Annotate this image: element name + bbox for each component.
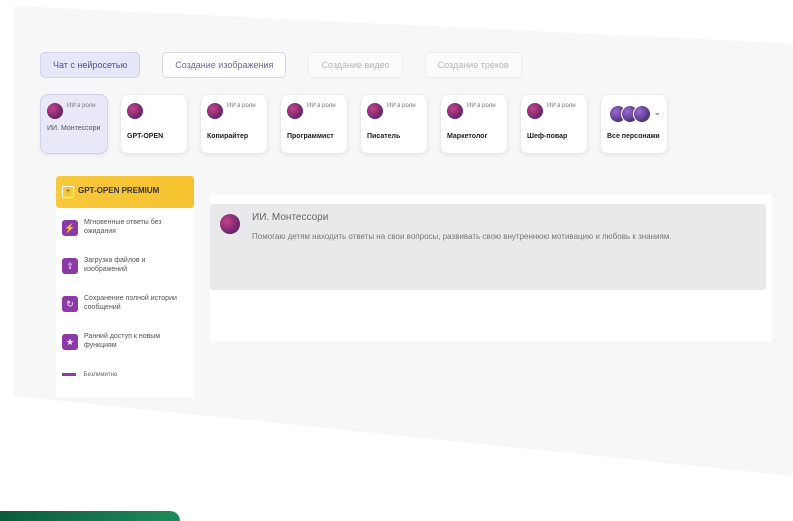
persona-card-writer[interactable]: ИИ в роли Писатель <box>360 94 428 154</box>
premium-extra: Безлимитно <box>62 372 117 378</box>
background-shape <box>0 511 180 521</box>
persona-name: Писатель <box>367 133 401 140</box>
persona-name: Маркетолог <box>447 133 488 140</box>
premium-feature-text: Ранний доступ к новым функциям <box>84 333 161 349</box>
persona-avatar <box>367 103 383 119</box>
avatar <box>633 105 651 123</box>
premium-feature: ↻ Сохранение полной истории сообщений <box>62 294 188 328</box>
persona-card-copywriter[interactable]: ИИ в роли Копирайтер <box>200 94 268 154</box>
persona-list: ИИ в роли ИИ. Монтессори GPT-OPEN ИИ в р… <box>40 94 668 154</box>
chat-message: ИИ. Монтессори Помогаю детям находить от… <box>210 204 766 290</box>
persona-avatar <box>127 103 143 119</box>
persona-name: Программист <box>287 133 334 140</box>
premium-sidebar: + GPT-OPEN PREMIUM ⚡ Мгновенные ответы б… <box>56 176 194 398</box>
persona-avatar <box>527 103 543 119</box>
premium-feature-text: Сохранение полной истории сообщений <box>84 295 177 311</box>
premium-feature: ⇧ Загрузка файлов и изображений <box>62 256 188 290</box>
chevron-down-icon: ⌄ <box>653 107 661 117</box>
persona-name: GPT-OPEN <box>127 133 164 140</box>
persona-name: Шеф-повар <box>527 133 568 140</box>
chat-area: ИИ. Монтессори Помогаю детям находить от… <box>210 194 772 342</box>
persona-avatar <box>47 103 63 119</box>
lightning-icon: ⚡ <box>62 220 78 236</box>
premium-feature-text: Загрузка файлов и изображений <box>84 257 146 273</box>
persona-card-montessori[interactable]: ИИ в роли ИИ. Монтессори <box>40 94 108 154</box>
mode-tabs: Чат с нейросетью Создание изображения Со… <box>40 52 522 78</box>
persona-sub: ИИ в роли <box>467 103 496 109</box>
message-text: Помогаю детям находить ответы на свои во… <box>252 232 672 241</box>
persona-card-chef[interactable]: ИИ в роли Шеф-повар <box>520 94 588 154</box>
avatar-stack <box>609 105 653 123</box>
premium-feature: ⚡ Мгновенные ответы без ожидания <box>62 218 188 252</box>
persona-card-gpt-open[interactable]: GPT-OPEN <box>120 94 188 154</box>
persona-sub: ИИ в роли <box>547 103 576 109</box>
persona-sub: ИИ в роли <box>67 103 96 109</box>
premium-extra-label: Безлимитно <box>83 372 118 378</box>
persona-name: ИИ. Монтессори <box>47 125 101 132</box>
persona-card-programmer[interactable]: ИИ в роли Программист <box>280 94 348 154</box>
all-personas-button[interactable]: ⌄ Все персонажи <box>600 94 668 154</box>
message-author: ИИ. Монтессори <box>252 212 329 223</box>
premium-feature-text: Мгновенные ответы без ожидания <box>84 219 162 235</box>
persona-card-marketer[interactable]: ИИ в роли Маркетолог <box>440 94 508 154</box>
persona-sub: ИИ в роли <box>227 103 256 109</box>
tab-chat[interactable]: Чат с нейросетью <box>40 52 141 78</box>
tab-image[interactable]: Создание изображения <box>162 52 287 78</box>
persona-avatar <box>287 103 303 119</box>
app-window: Чат с нейросетью Создание изображения Со… <box>14 6 793 476</box>
avatar <box>220 214 240 234</box>
tab-tracks[interactable]: Создание треков <box>424 52 522 78</box>
persona-name: Копирайтер <box>207 133 249 140</box>
infinity-icon <box>62 372 76 376</box>
persona-avatar <box>447 103 463 119</box>
premium-banner[interactable]: + GPT-OPEN PREMIUM <box>56 176 194 208</box>
all-personas-label: Все персонажи <box>607 133 660 140</box>
persona-sub: ИИ в роли <box>387 103 416 109</box>
tab-video[interactable]: Создание видео <box>308 52 403 78</box>
history-icon: ↻ <box>62 296 78 312</box>
persona-sub: ИИ в роли <box>307 103 336 109</box>
plus-icon: + <box>62 186 74 198</box>
star-icon: ★ <box>62 334 78 350</box>
persona-avatar <box>207 103 223 119</box>
premium-title: GPT-OPEN PREMIUM <box>78 186 160 195</box>
premium-feature: ★ Ранний доступ к новым функциям <box>62 332 188 366</box>
upload-icon: ⇧ <box>62 258 78 274</box>
